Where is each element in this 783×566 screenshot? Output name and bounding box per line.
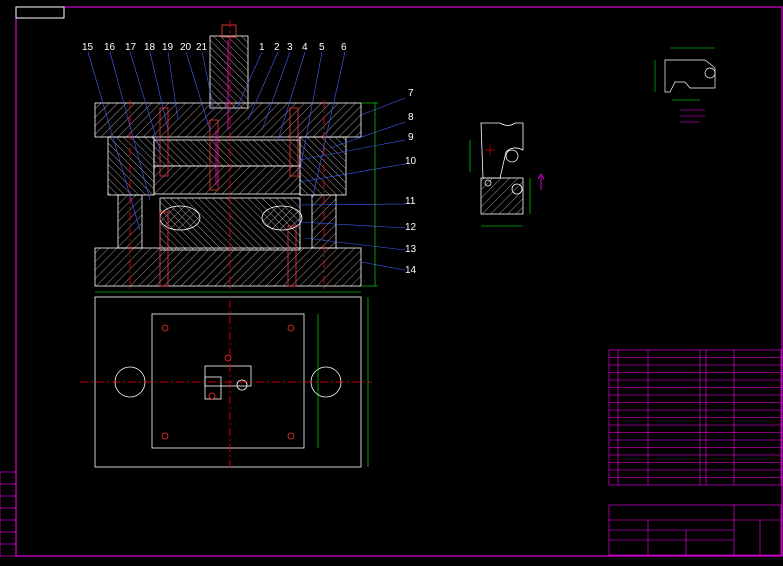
callout-16: 16: [104, 42, 116, 53]
sheet-tab: [15, 6, 65, 19]
punch-plate: [153, 139, 301, 167]
parts-list-rows: [609, 357, 781, 478]
callout-18: 18: [144, 42, 156, 53]
callout-1: 1: [259, 42, 265, 53]
revision-block: [0, 471, 17, 557]
callout-14: 14: [405, 265, 417, 276]
callout-19: 19: [162, 42, 174, 53]
elastic-rubber-left: [159, 205, 201, 231]
callout-7: 7: [408, 88, 414, 99]
guide-bushing-left: [107, 136, 155, 196]
die-block-outline: [151, 313, 305, 449]
cad-drawing-window: 15 16 17 18 19 20 21 1 2 3 4 5 6 7 8 9 1…: [0, 0, 783, 566]
callout-3: 3: [287, 42, 293, 53]
workpiece-view: [654, 47, 716, 123]
callout-10: 10: [405, 156, 417, 167]
title-block: [608, 504, 782, 556]
callout-17: 17: [125, 42, 137, 53]
cad-drawing-canvas: 15 16 17 18 19 20 21 1 2 3 4 5 6 7 8 9 1…: [0, 6, 783, 557]
die-shank: [209, 35, 249, 109]
stripper-plate: [153, 165, 301, 195]
die-cavity: [204, 365, 252, 387]
callout-20: 20: [180, 42, 192, 53]
callout-2: 2: [274, 42, 280, 53]
callout-9: 9: [408, 132, 414, 143]
front-section-view: [94, 20, 362, 290]
plan-view: [80, 291, 372, 470]
callout-11: 11: [405, 196, 416, 207]
callout-8: 8: [408, 112, 414, 123]
callout-4: 4: [302, 42, 308, 53]
height-dimension: [362, 102, 378, 287]
part-detail-view: [469, 122, 545, 227]
parts-list-table: [608, 349, 782, 486]
lower-die-plate: [94, 247, 362, 287]
callout-21: 21: [196, 42, 208, 53]
callout-13: 13: [405, 244, 417, 255]
callout-5: 5: [319, 42, 325, 53]
callout-6: 6: [341, 42, 347, 53]
guide-bushing-right: [299, 136, 347, 196]
callout-12: 12: [405, 222, 417, 233]
part-outline: [480, 122, 524, 179]
callout-15: 15: [82, 42, 94, 53]
